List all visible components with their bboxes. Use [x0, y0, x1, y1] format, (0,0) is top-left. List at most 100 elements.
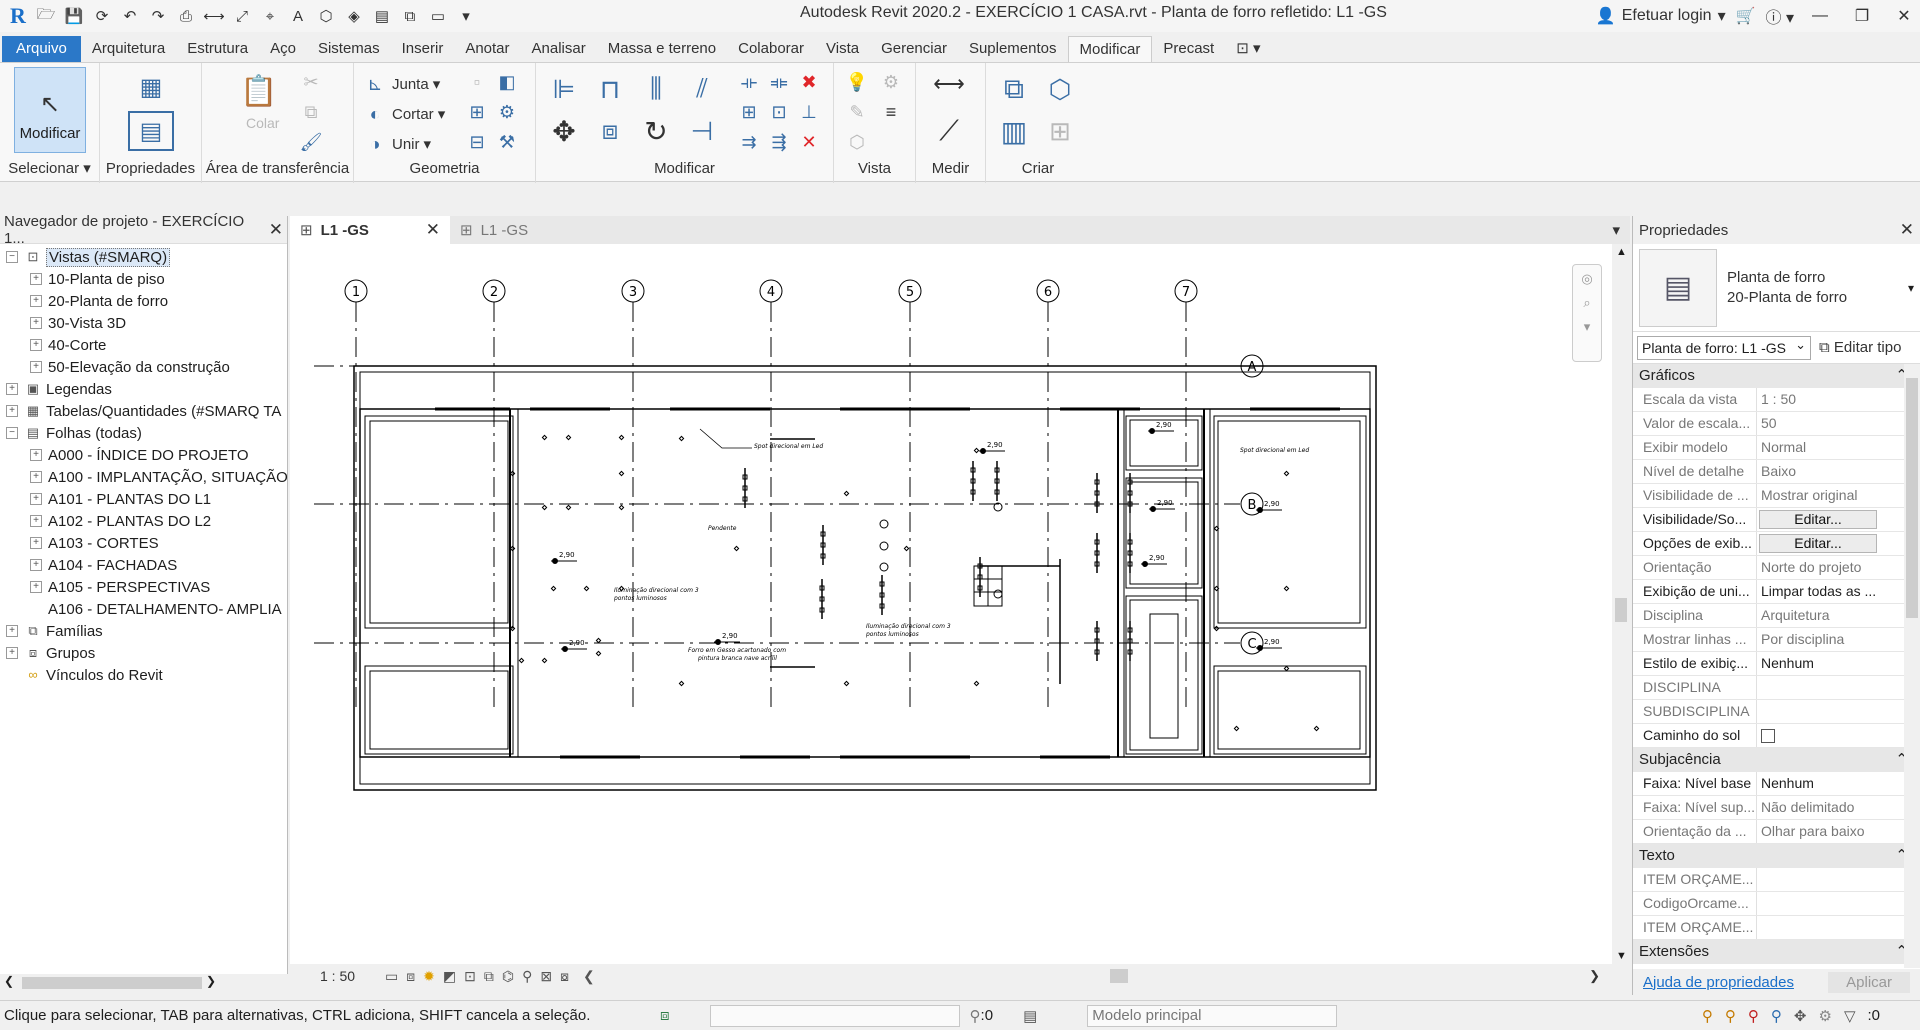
- copy-element-icon[interactable]: ⧈: [590, 111, 630, 151]
- properties-icon[interactable]: ▤: [128, 111, 174, 151]
- tab-precast[interactable]: Precast: [1152, 36, 1225, 62]
- underlay-select-icon[interactable]: ⚲: [1725, 1007, 1736, 1025]
- demolish-icon[interactable]: ⊟: [464, 129, 490, 155]
- links-select-icon[interactable]: ⚲: [1702, 1007, 1713, 1025]
- recessed-light[interactable]: [1233, 725, 1240, 732]
- create-assembly-icon[interactable]: ⧉: [994, 69, 1034, 109]
- recessed-light[interactable]: [618, 470, 625, 477]
- recessed-light[interactable]: [518, 657, 525, 664]
- trim-multiple-icon[interactable]: ⇉: [736, 129, 762, 155]
- property-value[interactable]: Nenhum: [1757, 652, 1920, 675]
- temporary-hide-icon[interactable]: ⚲: [522, 968, 532, 985]
- scroll-down-icon[interactable]: ▼: [1616, 950, 1627, 962]
- collapse-icon[interactable]: −: [6, 427, 18, 439]
- array-icon[interactable]: ⊞: [736, 99, 762, 125]
- scroll-right-icon[interactable]: ❯: [206, 974, 216, 988]
- browser-item[interactable]: +30-Vista 3D: [0, 312, 287, 334]
- browser-item[interactable]: +20-Planta de forro: [0, 290, 287, 312]
- browser-item[interactable]: ∞ Vínculos do Revit: [0, 664, 287, 686]
- instance-filter-dropdown[interactable]: Planta de forro: L1 -GS: [1637, 334, 1811, 360]
- browser-item[interactable]: A106 - DETALHAMENTO- AMPLIA: [0, 598, 287, 620]
- tab-arquitetura[interactable]: Arquitetura: [81, 36, 176, 62]
- property-group-header[interactable]: Gráficos ⌃: [1633, 364, 1920, 388]
- property-value[interactable]: Editar...: [1757, 508, 1920, 531]
- expand-icon[interactable]: +: [6, 405, 18, 417]
- view-range-icon[interactable]: ≡: [878, 99, 904, 125]
- offset-icon[interactable]: ⊓: [590, 69, 630, 109]
- close-icon[interactable]: ✕: [426, 220, 440, 240]
- shadows-icon[interactable]: ◩: [443, 968, 456, 985]
- browser-item[interactable]: + A105 - PERSPECTIVAS: [0, 576, 287, 598]
- modify-button[interactable]: ↖ Modificar: [14, 67, 86, 153]
- scroll-thumb[interactable]: [1615, 598, 1627, 622]
- expand-icon[interactable]: +: [30, 471, 42, 483]
- pendant-light[interactable]: [879, 519, 889, 529]
- scroll-left-icon[interactable]: ❮: [4, 974, 14, 988]
- browser-item[interactable]: − ⊡ Vistas (#SMARQ): [0, 246, 287, 268]
- filter-icon[interactable]: ▽: [1844, 1007, 1856, 1025]
- expand-icon[interactable]: +: [30, 537, 42, 549]
- cart-icon[interactable]: 🛒: [1736, 6, 1756, 26]
- minimize-icon[interactable]: —: [1804, 7, 1836, 25]
- property-group-header[interactable]: Texto ⌃: [1633, 844, 1920, 868]
- browser-item[interactable]: + ⧉ Famílias: [0, 620, 287, 642]
- restore-icon[interactable]: ❐: [1846, 6, 1878, 26]
- trim-icon[interactable]: ⊣: [682, 111, 722, 151]
- crop-view-icon[interactable]: ⊡: [464, 968, 476, 985]
- design-option-dropdown[interactable]: Modelo principal: [1087, 1004, 1338, 1027]
- visual-style-icon[interactable]: ⧈: [406, 968, 415, 985]
- paint-icon[interactable]: ◧: [494, 69, 520, 95]
- zoom-icon[interactable]: ⌕: [1583, 295, 1590, 311]
- view-scale[interactable]: 1 : 50: [320, 968, 355, 984]
- save-icon[interactable]: 💾: [62, 4, 86, 28]
- recessed-light[interactable]: [565, 434, 572, 441]
- browser-item[interactable]: + A104 - FACHADAS: [0, 554, 287, 576]
- expand-icon[interactable]: +: [30, 361, 42, 373]
- sun-path-icon[interactable]: ✹: [423, 968, 435, 985]
- recessed-light[interactable]: [541, 657, 548, 664]
- revit-logo-icon[interactable]: R: [6, 3, 30, 28]
- create-group-icon[interactable]: ⊞: [1040, 111, 1080, 151]
- login-button[interactable]: 👤 Efetuar login ▾: [1596, 6, 1726, 26]
- paste-icon[interactable]: 📋: [240, 71, 277, 111]
- pin-icon[interactable]: ⊥: [796, 99, 822, 125]
- extend-icon[interactable]: ⇶: [766, 129, 792, 155]
- dimension-icon[interactable]: ⤢: [230, 4, 254, 28]
- hammer-icon[interactable]: ⚒: [494, 129, 520, 155]
- text-icon[interactable]: A: [286, 4, 310, 28]
- detail-level-icon[interactable]: ▭: [385, 968, 398, 985]
- linework-icon[interactable]: ✎: [844, 99, 870, 125]
- recessed-light[interactable]: [583, 585, 590, 592]
- mirror-draw-icon[interactable]: ⫽: [682, 69, 722, 109]
- wall-joins-icon[interactable]: ⊞: [464, 99, 490, 125]
- pendant-light[interactable]: [879, 541, 889, 551]
- help-icon[interactable]: ⓘ ▾: [1766, 4, 1794, 28]
- expand-icon[interactable]: +: [6, 647, 18, 659]
- recessed-light[interactable]: [1283, 585, 1290, 592]
- tab-arquivo[interactable]: Arquivo: [2, 36, 81, 62]
- workset-dropdown[interactable]: [709, 1004, 960, 1027]
- property-group-header[interactable]: Subjacência ⌃: [1633, 748, 1920, 772]
- tab-inserir[interactable]: Inserir: [391, 36, 455, 62]
- browser-item[interactable]: +50-Elevação da construção: [0, 356, 287, 378]
- browser-item[interactable]: + ▣ Legendas: [0, 378, 287, 400]
- recessed-light[interactable]: [541, 434, 548, 441]
- navbar-options-icon[interactable]: ▾: [1584, 319, 1591, 335]
- recessed-light[interactable]: [973, 680, 980, 687]
- override-icon[interactable]: ⚙: [878, 69, 904, 95]
- tab-colaborar[interactable]: Colaborar: [727, 36, 815, 62]
- expand-icon[interactable]: +: [30, 559, 42, 571]
- type-selector[interactable]: ▤ Planta de forro 20-Planta de forro ▾: [1633, 244, 1920, 332]
- measure-icon[interactable]: ⟷: [202, 4, 226, 28]
- tab-anotar[interactable]: Anotar: [454, 36, 520, 62]
- tab-gerenciar[interactable]: Gerenciar: [870, 36, 958, 62]
- properties-scrollbar[interactable]: [1904, 364, 1920, 968]
- lock-3d-icon[interactable]: ⌬: [502, 968, 514, 985]
- expand-icon[interactable]: +: [6, 625, 18, 637]
- recessed-light[interactable]: [1283, 665, 1290, 672]
- horizontal-scroll-thumb[interactable]: [1110, 969, 1128, 983]
- recessed-light[interactable]: [843, 490, 850, 497]
- recessed-light[interactable]: [565, 504, 572, 511]
- delete-icon[interactable]: ✕: [796, 129, 822, 155]
- copy-icon[interactable]: ⧉: [298, 99, 324, 125]
